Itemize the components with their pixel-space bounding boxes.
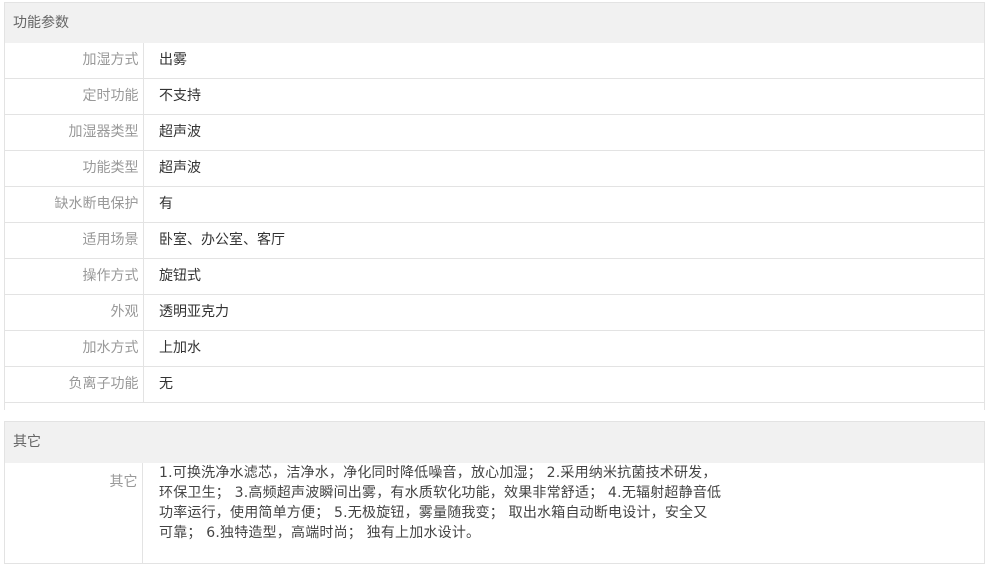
spec-label: 加湿方式 [5,43,144,78]
other-description: 1.可换洗净水滤芯，洁净水，净化同时降低噪音，放心加湿； 2.采用纳米抗菌技术研… [159,463,799,543]
spec-row-water-shortage-protection: 缺水断电保护 有 [5,187,984,223]
spec-label: 加水方式 [5,331,144,366]
spec-row-timer: 定时功能 不支持 [5,79,984,115]
spec-value: 超声波 [159,160,201,176]
description-line: 环保卫生； 3.高频超声波瞬间出雾，有水质软化功能，效果非常舒适； 4.无辐射超… [159,485,722,501]
spec-row-appearance: 外观 透明亚克力 [5,295,984,331]
spec-label: 功能类型 [5,151,144,186]
spec-value: 上加水 [159,340,201,356]
spec-value: 旋钮式 [159,268,201,284]
spec-value: 出雾 [159,52,187,68]
spec-label: 外观 [5,295,144,330]
spec-value: 不支持 [159,88,201,104]
spec-label: 负离子功能 [5,367,144,402]
spec-value: 有 [159,196,173,212]
description-line: 功率运行，使用简单方便； 5.无极旋钮，雾量随我变； 取出水箱自动断电设计，安全… [159,505,708,521]
spec-value: 卧室、办公室、客厅 [159,232,285,248]
spec-row-humidifier-type: 加湿器类型 超声波 [5,115,984,151]
spec-label: 定时功能 [5,79,144,114]
function-params-section: 功能参数 加湿方式 出雾 定时功能 不支持 加湿器类型 超声波 功能类型 超声波… [4,2,985,410]
spec-row-negative-ion: 负离子功能 无 [5,367,984,403]
spec-value: 超声波 [159,124,201,140]
spec-row-scenes: 适用场景 卧室、办公室、客厅 [5,223,984,259]
spec-label: 适用场景 [5,223,144,258]
spec-value: 透明亚克力 [159,304,229,320]
description-line: 1.可换洗净水滤芯，洁净水，净化同时降低噪音，放心加湿； 2.采用纳米抗菌技术研… [159,465,717,481]
spec-value: 无 [159,376,173,392]
other-section: 其它 其它 1.可换洗净水滤芯，洁净水，净化同时降低噪音，放心加湿； 2.采用纳… [4,421,985,564]
spec-label: 加湿器类型 [5,115,144,150]
spec-row-other: 其它 1.可换洗净水滤芯，洁净水，净化同时降低噪音，放心加湿； 2.采用纳米抗菌… [5,463,984,563]
spec-label: 其它 [5,463,143,563]
section-title-other: 其它 [5,422,984,463]
spec-row-water-filling: 加水方式 上加水 [5,331,984,367]
spec-label: 缺水断电保护 [5,187,144,222]
section-title-function-params: 功能参数 [5,3,984,43]
spec-row-humidify-method: 加湿方式 出雾 [5,43,984,79]
spec-row-operation-mode: 操作方式 旋钮式 [5,259,984,295]
description-line: 可靠； 6.独特造型，高端时尚； 独有上加水设计。 [159,525,481,541]
spec-row-function-type: 功能类型 超声波 [5,151,984,187]
spec-label: 操作方式 [5,259,144,294]
